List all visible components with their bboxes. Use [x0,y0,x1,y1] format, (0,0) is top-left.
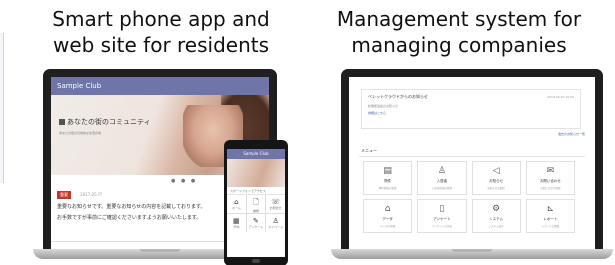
phone-app-screen: Sample Club スマートフォンでアクセス ⌂ ホーム 🗋 書類 ☏ お問合せ … [227,149,285,257]
person-icon: ♙ [437,166,446,176]
calendar-icon: ▦ [233,217,240,225]
resident-caption-line-1: Smart phone app and [52,7,270,31]
news-tag: 重要 [57,191,71,199]
club-header-bar[interactable]: Sample Club [51,77,269,95]
phone-tile-booking[interactable]: ▦ 予約 [227,214,246,232]
hero-title-text: あなたの街のコミュニティ [67,118,151,126]
tile-desc: 入居者情報の管理 [431,187,452,190]
tile-title: お知らせ [489,179,504,183]
notice-line: 新機能追加のお知らせ [368,104,398,108]
megaphone-icon: ◁ [492,166,500,176]
clipboard-icon: ▯ [439,204,445,214]
phone-tile-label: マイページ [268,225,284,229]
left-edge-border [0,33,4,183]
tile-title: レポート [543,217,558,221]
menu-tile-data[interactable]: ⌂ データデータの管理 [363,199,413,233]
menu-tile-report[interactable]: ⊾ レポートレポートの閲覧 [525,199,575,233]
menu-divider [359,156,585,157]
gear-icon: ⚙ [492,204,501,214]
tile-desc: レポートの閲覧 [541,225,560,228]
past-notices-link[interactable]: 過去のお知らせ一覧 [558,132,585,136]
home-icon: ⌂ [384,204,391,214]
menu-tile-system[interactable]: ⚙ システムシステム設定 [471,199,521,233]
tile-desc: 物件情報の管理 [378,187,397,190]
tile-desc: アンケートの作成 [431,225,452,228]
tile-desc: お知らせの配信 [487,187,505,190]
user-icon: ♙ [272,217,279,225]
phone-tile-documents[interactable]: 🗋 書類 [246,195,266,213]
hero-title-mark [59,119,65,125]
phone-header-bar[interactable]: Sample Club [227,149,285,159]
phone-tile-home[interactable]: ⌂ ホーム [227,195,246,213]
menu-tile-residents[interactable]: ♙ 入居者入居者情報の管理 [417,161,467,195]
menu-tile-inquiries[interactable]: ✉ お問い合わせ お問い合わせ管理 [525,161,575,195]
menu-tile-grid: ▤ 物件物件情報の管理 ♙ 入居者入居者情報の管理 ◁ お知らせお知らせの配信 ✉ お問… [363,161,575,233]
mail-icon: ✉ [546,166,555,176]
phone-tile-label: アンケート [248,225,264,229]
management-caption-line-2: managing companies [351,33,567,57]
menu-heading: メニュー [361,148,377,153]
document-icon: 🗋 [253,198,259,206]
management-laptop: ベレットクラウドからのお知らせ 新機能追加のお知らせ 詳細はこちら 2018.0… [331,69,613,259]
phone-tile-label: お問合せ [269,206,282,210]
resident-caption: Smart phone app and web site for residen… [30,6,292,58]
phone-tile-label: 予約 [233,225,240,229]
menu-tile-property[interactable]: ▤ 物件物件情報の管理 [363,161,413,195]
phone-tile-label: 書類 [252,209,259,213]
phone-home-button[interactable] [252,259,260,263]
phone-hero-image [227,159,285,187]
home-icon: ⌂ [234,198,239,206]
news-text-line-1[interactable]: 重要なお知らせです。重要なお知らせの内容を記載しております。 [57,203,207,211]
resident-phone: Sample Club スマートフォンでアクセス ⌂ ホーム 🗋 書類 ☏ お問合せ … [224,140,288,265]
notice-date: 2018.06.20 10:00 [547,95,574,99]
phone-tile-mypage[interactable]: ♙ マイページ [266,214,285,232]
building-icon: ▤ [383,166,392,176]
notice-banner: ベレットクラウドからのお知らせ 新機能追加のお知らせ 詳細はこちら 2018.0… [361,89,581,129]
management-laptop-notch [452,249,492,252]
news-date: 2017.05.?? [80,192,103,197]
tile-desc: お問い合わせ管理 [540,187,561,190]
management-system-screen: ベレットクラウドからのお知らせ 新機能追加のお知らせ 詳細はこちら 2018.0… [349,77,595,249]
management-caption: Management system for managing companies [306,6,612,58]
phone-menu-grid: ⌂ ホーム 🗋 書類 ☏ お問合せ ▦ 予約 ✎ アンケート ♙ マイページ [227,195,285,232]
notice-title: ベレットクラウドからのお知らせ [368,94,428,99]
chat-icon: ☏ [271,198,281,206]
phone-notice-line[interactable]: スマートフォンでアクセス [227,187,285,195]
edit-icon: ✎ [253,217,259,225]
hero-title: あなたの街のコミュニティ [59,117,151,127]
tile-title: 入居者 [436,179,448,183]
resident-caption-line-2: web site for residents [52,33,270,57]
tile-title: システム [489,217,504,221]
tile-title: お問い合わせ [539,179,561,183]
notice-link[interactable]: 詳細はこちら [368,111,574,115]
menu-tile-survey[interactable]: ▯ アンケートアンケートの作成 [417,199,467,233]
resident-laptop-notch [140,249,180,252]
management-caption-line-1: Management system for [336,7,582,31]
phone-tile-label: ホーム [231,206,241,210]
tile-title: 物件 [384,179,392,183]
tile-title: データ [382,217,393,221]
phone-tile-survey[interactable]: ✎ アンケート [246,214,266,232]
tile-title: アンケート [433,217,451,221]
tile-desc: システム設定 [488,225,504,228]
chart-icon: ⊾ [546,204,555,214]
tile-desc: データの管理 [380,225,396,228]
hero-subtitle: あなたの街の日常的な交流の場 [59,131,102,135]
phone-tile-contact[interactable]: ☏ お問合せ [266,195,285,213]
news-text-line-2[interactable]: お手数ですが事前にご確認くださいますようお願いいたします。 [57,214,207,222]
menu-tile-notices[interactable]: ◁ お知らせお知らせの配信 [471,161,521,195]
news-section: 重要 2017.05.?? 重要なお知らせです。重要なお知らせの内容を記載してお… [57,181,207,222]
